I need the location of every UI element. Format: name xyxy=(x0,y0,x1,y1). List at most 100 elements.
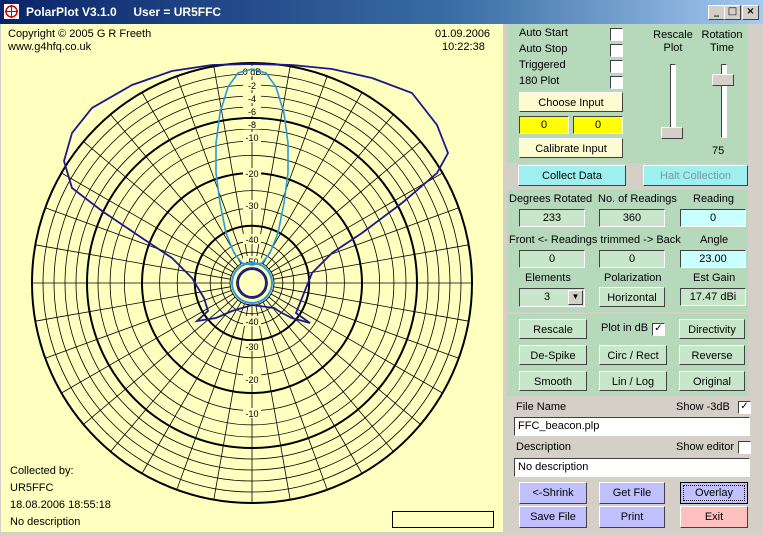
close-button[interactable]: × xyxy=(742,5,759,20)
halt-collection-button[interactable]: Halt Collection xyxy=(643,165,748,186)
show-3db-checkbox[interactable]: ✓ xyxy=(738,401,751,414)
db-label-1: -2 xyxy=(248,81,256,91)
despike-button[interactable]: De-Spike xyxy=(519,345,587,365)
collector-name: UR5FFC xyxy=(10,482,54,494)
description-label: Description xyxy=(516,441,572,453)
window-title: PolarPlot V3.1.0 User = UR5FFC xyxy=(26,5,222,19)
est-gain-field: 17.47 dBi xyxy=(680,288,746,306)
degrees-rotated-field: 233 xyxy=(519,209,585,227)
elements-value: 3 xyxy=(544,291,551,303)
db-label-2: -4 xyxy=(248,94,256,104)
plot-in-db-label: Plot in dB xyxy=(601,322,649,334)
show-editor-label: Show editor xyxy=(676,441,735,453)
get-file-button[interactable]: Get File xyxy=(599,482,665,504)
input-b-field[interactable]: 0 xyxy=(573,116,623,134)
plot180-checkbox[interactable] xyxy=(610,76,623,89)
triggered-checkbox[interactable] xyxy=(610,60,623,73)
show-3db-label: Show -3dB xyxy=(676,401,730,413)
auto-stop-label: Auto Stop xyxy=(519,43,568,55)
rotation-time-label: Rotation Time xyxy=(701,29,743,54)
auto-stop-checkbox[interactable] xyxy=(610,44,623,57)
plot180-label: 180 Plot xyxy=(519,75,560,87)
tools-panel: Rescale Plot in dB ✓ Directivity De-Spik… xyxy=(507,314,748,396)
collect-data-button[interactable]: Collect Data xyxy=(518,165,626,186)
grid-spoke-100 xyxy=(273,286,469,322)
file-name-input[interactable]: FFC_beacon.plp xyxy=(514,417,750,436)
options-panel: Auto Start Auto Stop Triggered 180 Plot … xyxy=(507,24,748,163)
print-button[interactable]: Print xyxy=(599,506,665,528)
front-trim-field[interactable]: 0 xyxy=(519,250,585,268)
file-name-label: File Name xyxy=(516,401,567,413)
description-input[interactable]: No description xyxy=(514,458,750,477)
rotation-slider-thumb[interactable] xyxy=(712,74,734,86)
grid-spoke-290 xyxy=(45,207,232,276)
polarization-button[interactable]: Horizontal xyxy=(599,287,665,307)
db-label-lower-2: -20 xyxy=(245,375,258,385)
chevron-down-icon[interactable]: ▼ xyxy=(568,290,583,305)
grid-spoke-160 xyxy=(259,303,328,490)
auto-start-checkbox[interactable] xyxy=(610,28,623,41)
app-icon xyxy=(4,4,19,19)
overlay-button[interactable]: Overlay xyxy=(680,482,748,504)
grid-spoke-250 xyxy=(45,290,232,359)
reading-label: Reading xyxy=(693,193,734,205)
rescale-plot-label: Rescale Plot xyxy=(653,29,693,54)
trimmed-label: Front <- Readings trimmed -> Back xyxy=(509,234,681,246)
degrees-rotated-label: Degrees Rotated xyxy=(509,193,593,205)
smooth-button[interactable]: Smooth xyxy=(519,371,587,391)
angle-label: Angle xyxy=(700,234,729,246)
angle-field[interactable]: 23.00 xyxy=(680,250,746,268)
lin-log-button[interactable]: Lin / Log xyxy=(599,371,667,391)
plot-description: No description xyxy=(10,516,81,528)
exit-button[interactable]: Exit xyxy=(680,506,748,528)
grid-spoke-280 xyxy=(35,244,231,280)
circ-rect-button[interactable]: Circ / Rect xyxy=(599,345,667,365)
shrink-button[interactable]: <-Shrink xyxy=(519,482,587,504)
db-label-6: -20 xyxy=(245,169,258,179)
db-label-8: -40 xyxy=(245,235,258,245)
db-label-5: -10 xyxy=(245,133,258,143)
grid-spoke-340 xyxy=(176,76,245,263)
grid-ring-0 xyxy=(236,267,268,299)
file-panel: File Name Show -3dB ✓ FFC_beacon.plp Des… xyxy=(507,398,763,532)
auto-start-label: Auto Start xyxy=(519,27,568,39)
polarplot-window: PolarPlot V3.1.0 User = UR5FFC _ □ × Cop… xyxy=(0,0,763,535)
elements-select[interactable]: 3 ▼ xyxy=(519,288,585,307)
db-label-lower-0: -40 xyxy=(245,317,258,327)
grid-spoke-20 xyxy=(259,76,328,263)
calibrate-input-button[interactable]: Calibrate Input xyxy=(519,138,623,158)
grid-spoke-170 xyxy=(255,304,291,500)
maximize-button[interactable]: □ xyxy=(724,5,741,20)
show-editor-checkbox[interactable] xyxy=(738,441,751,454)
grid-spoke-200 xyxy=(176,303,245,490)
save-file-button[interactable]: Save File xyxy=(519,506,587,528)
readings-panel: Degrees Rotated No. of Readings Reading … xyxy=(507,190,748,312)
num-readings-field: 360 xyxy=(599,209,665,227)
back-trim-field[interactable]: 0 xyxy=(599,250,665,268)
db-label-lower-1: -30 xyxy=(245,342,258,352)
rescale-button[interactable]: Rescale xyxy=(519,319,587,339)
original-button[interactable]: Original xyxy=(679,371,745,391)
grid-spoke-190 xyxy=(213,304,249,500)
db-label-lower-3: -10 xyxy=(245,409,258,419)
num-readings-label: No. of Readings xyxy=(598,193,677,205)
polar-chart: 0 dB-2-4-6-8-10-20-30-40-50-40-30-20-10 xyxy=(31,62,473,504)
triggered-label: Triggered xyxy=(519,59,566,71)
rescale-slider-thumb[interactable] xyxy=(661,127,683,139)
reverse-button[interactable]: Reverse xyxy=(679,345,745,365)
plot-in-db-checkbox[interactable]: ✓ xyxy=(652,323,665,336)
input-a-field[interactable]: 0 xyxy=(519,116,569,134)
title-bar: PolarPlot V3.1.0 User = UR5FFC _ □ × xyxy=(0,0,763,24)
polarization-label: Polarization xyxy=(604,272,662,284)
collected-by-label: Collected by: xyxy=(10,465,74,477)
minimize-button[interactable]: _ xyxy=(708,5,725,20)
directivity-button[interactable]: Directivity xyxy=(679,319,745,339)
choose-input-button[interactable]: Choose Input xyxy=(519,92,623,112)
collected-at: 18.08.2006 18:55:18 xyxy=(10,499,111,511)
status-box xyxy=(392,511,494,528)
rotation-time-value: 75 xyxy=(712,145,725,157)
db-label-3: -6 xyxy=(248,107,256,117)
reading-field: 0 xyxy=(680,209,746,227)
grid-spoke-70 xyxy=(272,207,459,276)
center-ring-inner xyxy=(237,268,267,298)
